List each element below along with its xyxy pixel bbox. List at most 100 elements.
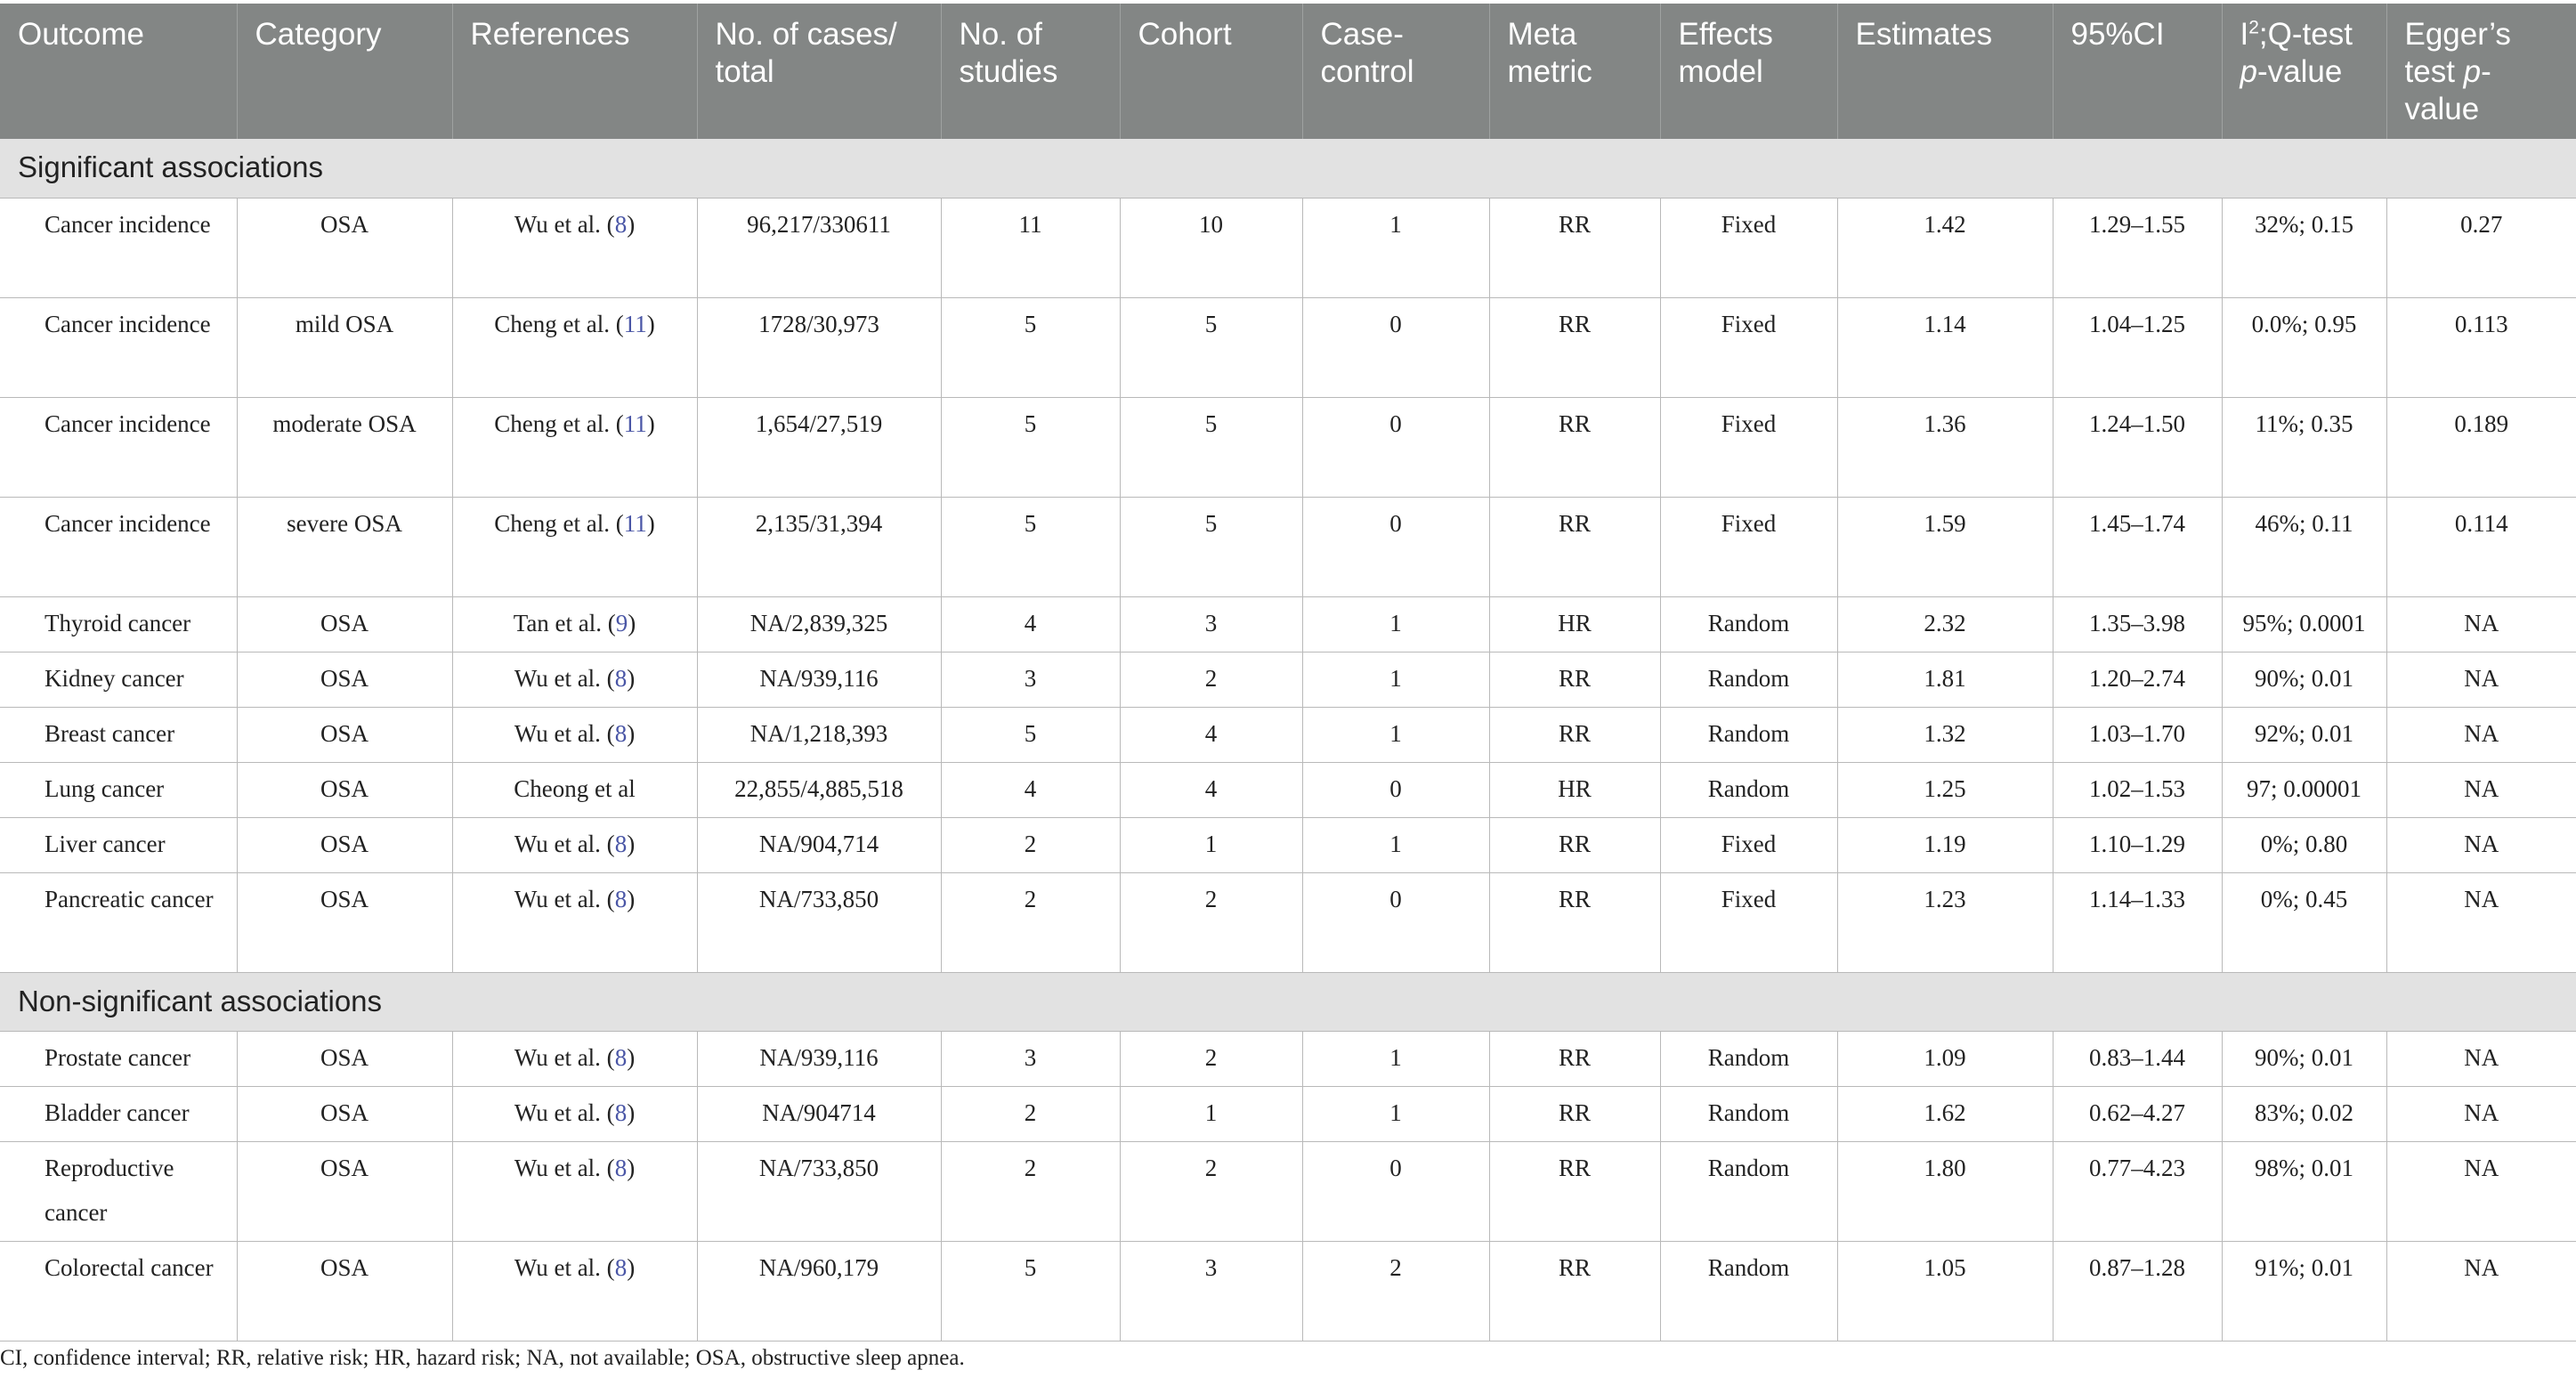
header-meta-metric: Meta metric	[1489, 4, 1661, 139]
table-row: Breast cancer OSA Wu et al. (8) NA/1,218,39…	[0, 707, 2576, 763]
cell-model: Random	[1660, 1241, 1838, 1342]
reference-author: Wu et al. (	[514, 885, 615, 912]
reference-link[interactable]: 11	[624, 510, 647, 537]
cell-studies: 4	[941, 762, 1121, 818]
reference-link[interactable]: 8	[615, 1155, 628, 1181]
cell-estimate: 1.80	[1837, 1141, 2054, 1242]
reference-link[interactable]: 8	[615, 1044, 628, 1071]
reference-link[interactable]: 8	[615, 831, 628, 857]
cell-cases-total: 22,855/4,885,518	[697, 762, 942, 818]
cell-references: Cheng et al. (11)	[452, 297, 698, 398]
cell-references: Wu et al. (8)	[452, 1031, 698, 1087]
reference-link[interactable]: 11	[624, 311, 647, 337]
cell-ci: 0.77–4.23	[2053, 1141, 2223, 1242]
cell-references: Cheong et al	[452, 762, 698, 818]
cell-cases-total: NA/1,218,393	[697, 707, 942, 763]
reference-author: Cheong et al	[514, 774, 636, 802]
cell-category: OSA	[237, 817, 453, 873]
reference-link[interactable]: 8	[615, 1254, 628, 1281]
header-estimates: Estimates	[1837, 4, 2054, 139]
cell-estimate: 1.19	[1837, 817, 2054, 873]
cell-studies: 2	[941, 872, 1121, 973]
cell-metric: RR	[1489, 297, 1661, 398]
cell-references: Wu et al. (8)	[452, 817, 698, 873]
reference-close: )	[627, 719, 636, 747]
cell-studies: 2	[941, 1086, 1121, 1142]
cell-cases-total: NA/904714	[697, 1086, 942, 1142]
reference-link[interactable]: 9	[616, 610, 628, 636]
cell-metric: RR	[1489, 1086, 1661, 1142]
cell-metric: RR	[1489, 652, 1661, 708]
cell-case-control: 1	[1302, 817, 1490, 873]
cell-model: Random	[1660, 652, 1838, 708]
cell-egger: NA	[2386, 1141, 2576, 1242]
table-footnote: CI, confidence interval; RR, relative ri…	[0, 1346, 965, 1370]
cell-i2q: 90%; 0.01	[2222, 1031, 2387, 1087]
cell-category: OSA	[237, 1031, 453, 1087]
reference-close: )	[627, 210, 636, 238]
cell-estimate: 1.81	[1837, 652, 2054, 708]
cell-cases-total: NA/960,179	[697, 1241, 942, 1342]
cell-cohort: 4	[1120, 762, 1303, 818]
reference-author: Wu et al. (	[514, 830, 615, 857]
header-case-control: Case-control	[1302, 4, 1490, 139]
cell-model: Fixed	[1660, 817, 1838, 873]
cell-outcome: Bladder cancer	[0, 1086, 238, 1142]
reference-link[interactable]: 8	[615, 1099, 628, 1126]
cell-cases-total: NA/2,839,325	[697, 596, 942, 653]
cell-i2q: 91%; 0.01	[2222, 1241, 2387, 1342]
cell-outcome: Cancer incidence	[0, 497, 238, 597]
reference-link[interactable]: 8	[615, 720, 628, 747]
reference-link[interactable]: 11	[624, 410, 647, 437]
reference-close: )	[627, 664, 636, 692]
reference-author: Wu et al. (	[514, 210, 615, 238]
cell-cases-total: 1,654/27,519	[697, 397, 942, 498]
reference-close: )	[627, 1098, 636, 1126]
cell-estimate: 1.23	[1837, 872, 2054, 973]
cell-i2q: 11%; 0.35	[2222, 397, 2387, 498]
cell-references: Wu et al. (8)	[452, 872, 698, 973]
cell-category: OSA	[237, 198, 453, 298]
cell-i2q: 95%; 0.0001	[2222, 596, 2387, 653]
cell-references: Cheng et al. (11)	[452, 497, 698, 597]
cell-egger: NA	[2386, 817, 2576, 873]
reference-close: )	[628, 609, 636, 636]
cell-estimate: 2.32	[1837, 596, 2054, 653]
cell-cases-total: NA/733,850	[697, 872, 942, 973]
cell-ci: 1.04–1.25	[2053, 297, 2223, 398]
cell-cohort: 3	[1120, 596, 1303, 653]
cell-outcome: Reproductive cancer	[0, 1141, 238, 1242]
cell-ci: 0.87–1.28	[2053, 1241, 2223, 1342]
table-row: Cancer incidence OSA Wu et al. (8) 96,217/3…	[0, 198, 2576, 298]
cell-studies: 5	[941, 1241, 1121, 1342]
cell-references: Wu et al. (8)	[452, 1086, 698, 1142]
reference-close: )	[627, 885, 636, 912]
cell-outcome: Lung cancer	[0, 762, 238, 818]
cell-metric: RR	[1489, 872, 1661, 973]
reference-link[interactable]: 8	[615, 211, 628, 238]
cell-references: Wu et al. (8)	[452, 1141, 698, 1242]
cell-model: Random	[1660, 1141, 1838, 1242]
cell-references: Tan et al. (9)	[452, 596, 698, 653]
cell-i2q: 0%; 0.45	[2222, 872, 2387, 973]
reference-link[interactable]: 8	[615, 886, 628, 912]
table-row: Prostate cancer OSA Wu et al. (8) NA/939,11…	[0, 1031, 2576, 1087]
cell-model: Fixed	[1660, 397, 1838, 498]
cell-estimate: 1.36	[1837, 397, 2054, 498]
reference-close: )	[627, 1253, 636, 1281]
table-row: Cancer incidence mild OSA Cheng et al. (11…	[0, 297, 2576, 398]
meta-analysis-table: Outcome Category References No. of cases…	[0, 4, 2576, 1342]
cell-outcome: Thyroid cancer	[0, 596, 238, 653]
reference-author: Tan et al. (	[513, 609, 616, 636]
cell-category: mild OSA	[237, 297, 453, 398]
reference-author: Wu et al. (	[514, 664, 615, 692]
cell-i2q: 90%; 0.01	[2222, 652, 2387, 708]
cell-ci: 1.03–1.70	[2053, 707, 2223, 763]
cell-ci: 1.29–1.55	[2053, 198, 2223, 298]
reference-author: Wu et al. (	[514, 1253, 615, 1281]
reference-link[interactable]: 8	[615, 665, 628, 692]
cell-cohort: 4	[1120, 707, 1303, 763]
table-row: Reproductive cancer OSA Wu et al. (8) NA/73…	[0, 1141, 2576, 1242]
cell-metric: RR	[1489, 497, 1661, 597]
reference-author: Cheng et al. (	[494, 509, 624, 537]
